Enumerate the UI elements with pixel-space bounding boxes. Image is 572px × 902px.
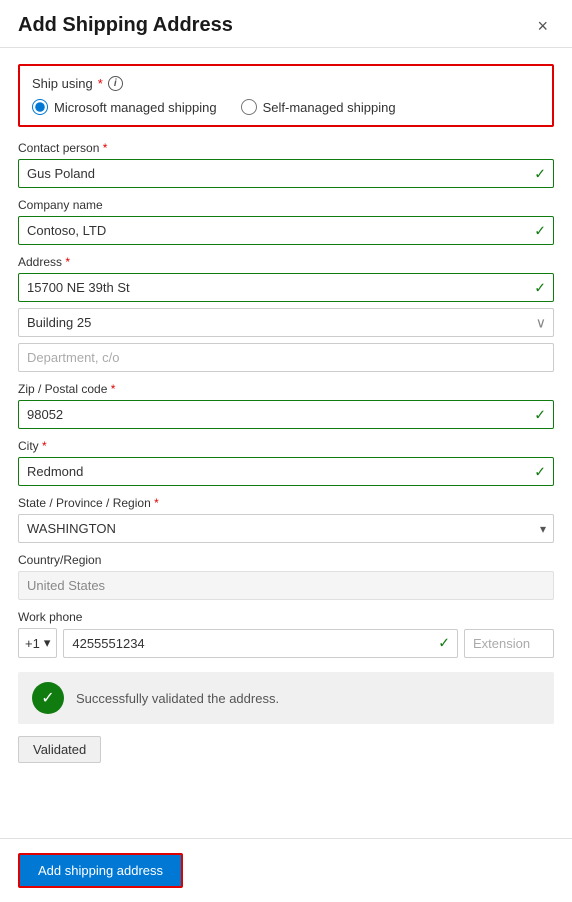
- add-shipping-address-button[interactable]: Add shipping address: [18, 853, 183, 888]
- validation-message: Successfully validated the address.: [76, 691, 279, 706]
- city-checkmark: ✓: [534, 463, 546, 480]
- phone-country-arrow: ▾: [44, 635, 51, 651]
- self-shipping-label: Self-managed shipping: [263, 100, 396, 115]
- contact-person-label: Contact person *: [18, 141, 554, 155]
- zip-wrapper: ✓: [18, 400, 554, 429]
- address-group: Address * ✓ ∨: [18, 255, 554, 372]
- city-label: City *: [18, 439, 554, 453]
- company-name-checkmark: ✓: [534, 222, 546, 239]
- info-icon[interactable]: i: [108, 76, 123, 91]
- self-shipping-option[interactable]: Self-managed shipping: [241, 99, 396, 115]
- required-indicator: *: [98, 76, 103, 91]
- zip-label: Zip / Postal code *: [18, 382, 554, 396]
- address-line2-input[interactable]: [18, 308, 554, 337]
- modal-body: Ship using * i Microsoft managed shippin…: [0, 48, 572, 838]
- address-line2-wrapper: ∨: [18, 308, 554, 337]
- country-group: Country/Region United States: [18, 553, 554, 600]
- zip-group: Zip / Postal code * ✓: [18, 382, 554, 429]
- zip-checkmark: ✓: [534, 406, 546, 423]
- state-select[interactable]: WASHINGTON OREGON CALIFORNIA NEW YORK: [18, 514, 554, 543]
- company-name-group: Company name ✓: [18, 198, 554, 245]
- close-button[interactable]: ×: [531, 15, 554, 37]
- phone-country-code: +1: [25, 636, 40, 651]
- zip-input[interactable]: [18, 400, 554, 429]
- address-line1-checkmark: ✓: [534, 279, 546, 296]
- modal-footer: Add shipping address: [0, 838, 572, 902]
- address-label: Address *: [18, 255, 554, 269]
- address-line1-wrapper: ✓: [18, 273, 554, 302]
- contact-person-input[interactable]: [18, 159, 554, 188]
- modal-title: Add Shipping Address: [18, 14, 233, 37]
- microsoft-shipping-label: Microsoft managed shipping: [54, 100, 217, 115]
- phone-number-input[interactable]: [63, 629, 458, 658]
- address-line3-input[interactable]: [18, 343, 554, 372]
- work-phone-label: Work phone: [18, 610, 554, 624]
- ship-using-section: Ship using * i Microsoft managed shippin…: [18, 64, 554, 127]
- country-label: Country/Region: [18, 553, 554, 567]
- validation-success-icon: ✓: [32, 682, 64, 714]
- work-phone-group: Work phone +1 ▾ ✓: [18, 610, 554, 658]
- phone-row: +1 ▾ ✓: [18, 628, 554, 658]
- address-line2-checkmark: ∨: [536, 314, 546, 331]
- validated-button[interactable]: Validated: [18, 736, 101, 763]
- company-name-wrapper: ✓: [18, 216, 554, 245]
- phone-number-wrapper: ✓: [63, 629, 458, 658]
- validation-banner: ✓ Successfully validated the address.: [18, 672, 554, 724]
- address-line3-wrapper: [18, 343, 554, 372]
- microsoft-shipping-radio[interactable]: [32, 99, 48, 115]
- ship-using-radio-group: Microsoft managed shipping Self-managed …: [32, 99, 540, 115]
- phone-extension-input[interactable]: [464, 629, 554, 658]
- state-label: State / Province / Region *: [18, 496, 554, 510]
- phone-number-checkmark: ✓: [438, 635, 450, 652]
- self-shipping-radio[interactable]: [241, 99, 257, 115]
- city-group: City * ✓: [18, 439, 554, 486]
- company-name-label: Company name: [18, 198, 554, 212]
- ship-using-label: Ship using * i: [32, 76, 540, 91]
- phone-country-selector[interactable]: +1 ▾: [18, 628, 57, 658]
- add-shipping-address-modal: Add Shipping Address × Ship using * i Mi…: [0, 0, 572, 902]
- contact-person-checkmark: ✓: [534, 165, 546, 182]
- country-value: United States: [18, 571, 554, 600]
- city-input[interactable]: [18, 457, 554, 486]
- state-wrapper: WASHINGTON OREGON CALIFORNIA NEW YORK ▾: [18, 514, 554, 543]
- modal-header: Add Shipping Address ×: [0, 0, 572, 48]
- address-line1-input[interactable]: [18, 273, 554, 302]
- city-wrapper: ✓: [18, 457, 554, 486]
- contact-person-group: Contact person * ✓: [18, 141, 554, 188]
- microsoft-shipping-option[interactable]: Microsoft managed shipping: [32, 99, 217, 115]
- company-name-input[interactable]: [18, 216, 554, 245]
- state-group: State / Province / Region * WASHINGTON O…: [18, 496, 554, 543]
- contact-person-wrapper: ✓: [18, 159, 554, 188]
